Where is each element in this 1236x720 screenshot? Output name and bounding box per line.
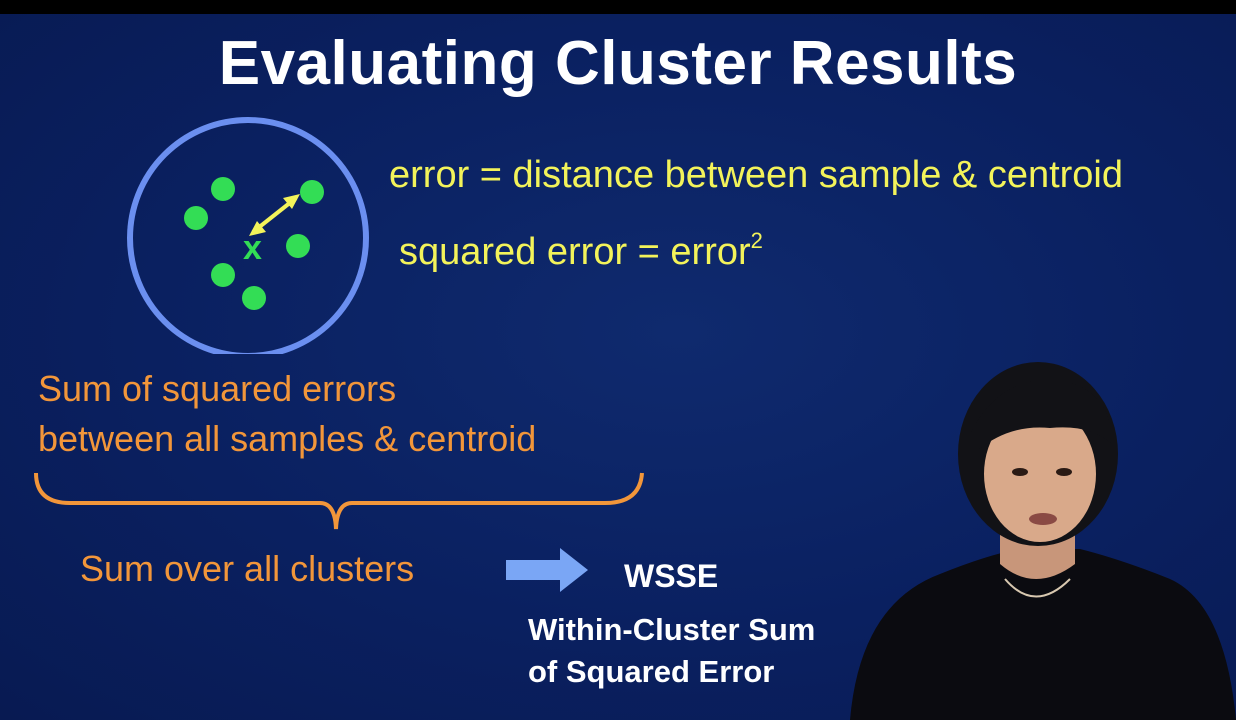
- sample-point: [184, 206, 208, 230]
- error-definition: error = distance between sample & centro…: [389, 154, 1124, 196]
- sum-squared-line2: between all samples & centroid: [38, 418, 537, 459]
- slide-title: Evaluating Cluster Results: [218, 29, 1018, 98]
- cluster-diagram: x: [127, 117, 369, 354]
- sample-point: [211, 263, 235, 287]
- sample-point: [286, 234, 310, 258]
- wsse-line1: Within-Cluster Sum: [528, 612, 816, 647]
- slide: Evaluating Cluster Results x error = dis…: [0, 14, 1236, 720]
- sum-squared-line1: Sum of squared errors: [38, 368, 397, 409]
- right-arrow-icon: [506, 548, 588, 592]
- sample-point: [300, 180, 324, 204]
- wsse-acronym: WSSE: [624, 558, 719, 594]
- sample-point: [211, 177, 235, 201]
- squared-error-superscript: 2: [750, 228, 763, 253]
- squared-error-definition: squared error = error2: [399, 228, 763, 274]
- sum-over-clusters: Sum over all clusters: [80, 548, 415, 589]
- presenter-video: [850, 362, 1236, 720]
- squared-error-text: squared error = error: [399, 231, 751, 273]
- wsse-line2: of Squared Error: [528, 654, 775, 689]
- sample-point: [242, 286, 266, 310]
